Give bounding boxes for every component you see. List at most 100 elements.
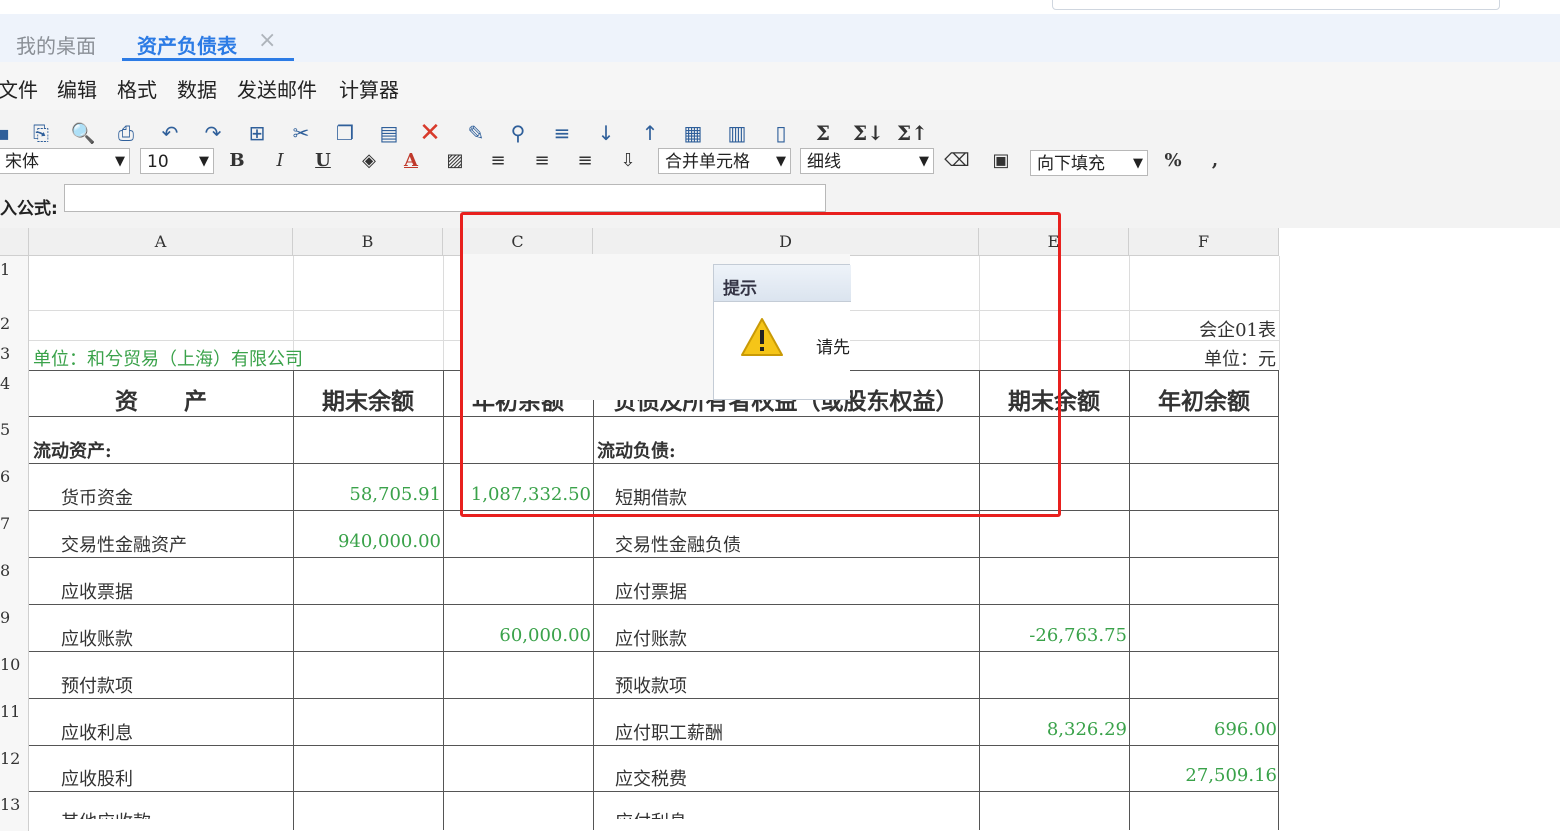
align-center-icon[interactable]: ≡ [529,148,555,174]
column-header-f[interactable]: F [1129,228,1279,256]
save-as-icon[interactable]: ⎘ [28,120,54,146]
insert-row-icon[interactable]: ▦ [680,120,706,146]
asset-end-value[interactable]: 940,000.00 [293,531,443,552]
row-header[interactable]: 1 [0,256,29,310]
menu-file[interactable]: 文件 [0,74,38,103]
column-header-a[interactable]: A [29,228,293,256]
liability-end-value[interactable]: 8,326.29 [979,719,1129,740]
liability-label[interactable]: 应付职工薪酬 [615,719,975,745]
menu-edit[interactable]: 编辑 [57,74,97,103]
row-header[interactable]: 10 [0,651,29,698]
row-header[interactable]: 2 [0,310,29,340]
copy-icon[interactable]: ❐ [332,120,358,146]
row-header[interactable]: 5 [0,416,29,463]
select-all-corner[interactable] [0,228,29,256]
menu-calculator[interactable]: 计算器 [339,74,399,103]
section-current-assets[interactable]: 流动资产: [33,437,283,463]
merge-cells-select[interactable]: 合并单元格 ▼ [658,148,791,174]
text-color-button[interactable]: A [398,148,424,174]
row-header[interactable]: 4 [0,370,29,416]
insert-column-icon[interactable]: ▥ [724,120,750,146]
close-icon[interactable]: × [258,28,276,53]
asset-label[interactable]: 应收账款 [61,625,291,651]
top-search-box[interactable] [1052,0,1500,10]
comma-button[interactable]: , [1202,148,1228,174]
liability-end-value[interactable]: -26,763.75 [979,625,1129,646]
header-end-balance[interactable]: 期末余额 [293,382,443,416]
liability-label[interactable]: 应付账款 [615,625,975,651]
find-icon[interactable]: ⚲ [505,120,531,146]
format-painter-icon[interactable]: ✎ [463,120,489,146]
replace-icon[interactable]: ≡ [549,120,575,146]
row-header[interactable]: 3 [0,340,29,370]
fill-down-select[interactable]: 向下填充 ▼ [1030,150,1148,176]
row-header[interactable]: 7 [0,510,29,557]
formula-input[interactable] [64,184,826,212]
save-icon[interactable]: ▪ [0,120,16,146]
menu-send-mail[interactable]: 发送邮件 [237,74,317,103]
row-header[interactable]: 9 [0,604,29,651]
asset-label[interactable]: 货币资金 [61,484,291,510]
percent-button[interactable]: % [1160,148,1186,174]
print-icon[interactable]: ⎙ [113,120,139,146]
row-header[interactable]: 12 [0,745,29,791]
font-family-select[interactable]: 宋体 ▼ [0,148,130,174]
paste-icon[interactable]: ▤ [376,120,402,146]
print-preview-icon[interactable]: 🔍 [70,120,96,146]
asset-label[interactable]: 应收股利 [61,765,291,791]
table-border [293,370,294,830]
unit-company[interactable]: 单位：和兮贸易（上海）有限公司 [33,345,453,371]
liability-label[interactable]: 预收款项 [615,672,975,698]
liability-label[interactable]: 应交税费 [615,765,975,791]
sum-up-icon[interactable]: Σ↑ [897,120,928,146]
border-icon[interactable]: ▨ [442,148,468,174]
liability-begin-value[interactable]: 27,509.16 [1129,765,1279,786]
liability-begin-value[interactable]: 696.00 [1129,719,1279,740]
row-header[interactable]: 8 [0,557,29,604]
undo-icon[interactable]: ↶ [157,120,183,146]
merge-cells-value: 合并单元格 [665,152,750,172]
row-header[interactable]: 6 [0,463,29,510]
asset-begin-value[interactable]: 60,000.00 [443,625,593,646]
tab-balance-sheet[interactable]: 资产负债表 [137,30,237,59]
fill-color-icon[interactable]: ◈ [356,148,382,174]
insert-sheet-icon[interactable]: ▯ [768,120,794,146]
cell-properties-icon[interactable]: ▣ [988,148,1014,174]
asset-end-value[interactable]: 58,705.91 [293,484,443,505]
delete-icon[interactable]: ✕ [417,120,443,146]
font-size-select[interactable]: 10 ▼ [140,148,214,174]
header-begin-balance-2[interactable]: 年初余额 [1129,382,1279,416]
form-number[interactable]: 会企01表 [1140,316,1276,342]
align-right-icon[interactable]: ≡ [572,148,598,174]
select-all-icon[interactable]: ⊞ [244,120,270,146]
redo-icon[interactable]: ↷ [200,120,226,146]
row-header[interactable]: 11 [0,698,29,745]
liability-label[interactable]: 应付票据 [615,578,975,604]
underline-button[interactable]: U [310,148,336,174]
cut-icon[interactable]: ✂ [288,120,314,146]
align-left-icon[interactable]: ≡ [485,148,511,174]
liability-label[interactable]: 交易性金融负债 [615,531,975,557]
asset-label[interactable]: 预付款项 [61,672,291,698]
eraser-icon[interactable]: ⌫ [944,148,970,174]
header-assets[interactable]: 资 产 [29,382,293,416]
asset-label[interactable]: 应收利息 [61,719,291,745]
border-style-select[interactable]: 细线 ▼ [800,148,934,174]
wrap-text-icon[interactable]: ⇩ [615,148,641,174]
sum-down-icon[interactable]: Σ↓ [853,120,884,146]
asset-label[interactable]: 应收票据 [61,578,291,604]
asset-label[interactable]: 交易性金融资产 [61,531,291,557]
unit-currency[interactable]: 单位：元 [1140,345,1276,371]
sum-icon[interactable]: Σ [810,120,836,146]
italic-button[interactable]: I [267,148,293,174]
menu-format[interactable]: 格式 [117,74,157,103]
row-header[interactable]: 13 [0,791,29,831]
liability-label[interactable]: 应付利息 [615,808,975,819]
tab-my-desktop[interactable]: 我的桌面 [16,30,96,59]
asset-label[interactable]: 其他应收款 [61,808,291,819]
column-header-b[interactable]: B [293,228,443,256]
menu-data[interactable]: 数据 [177,74,217,103]
sort-ascending-icon[interactable]: ↓ [593,120,619,146]
bold-button[interactable]: B [224,148,250,174]
sort-descending-icon[interactable]: ↑ [637,120,663,146]
